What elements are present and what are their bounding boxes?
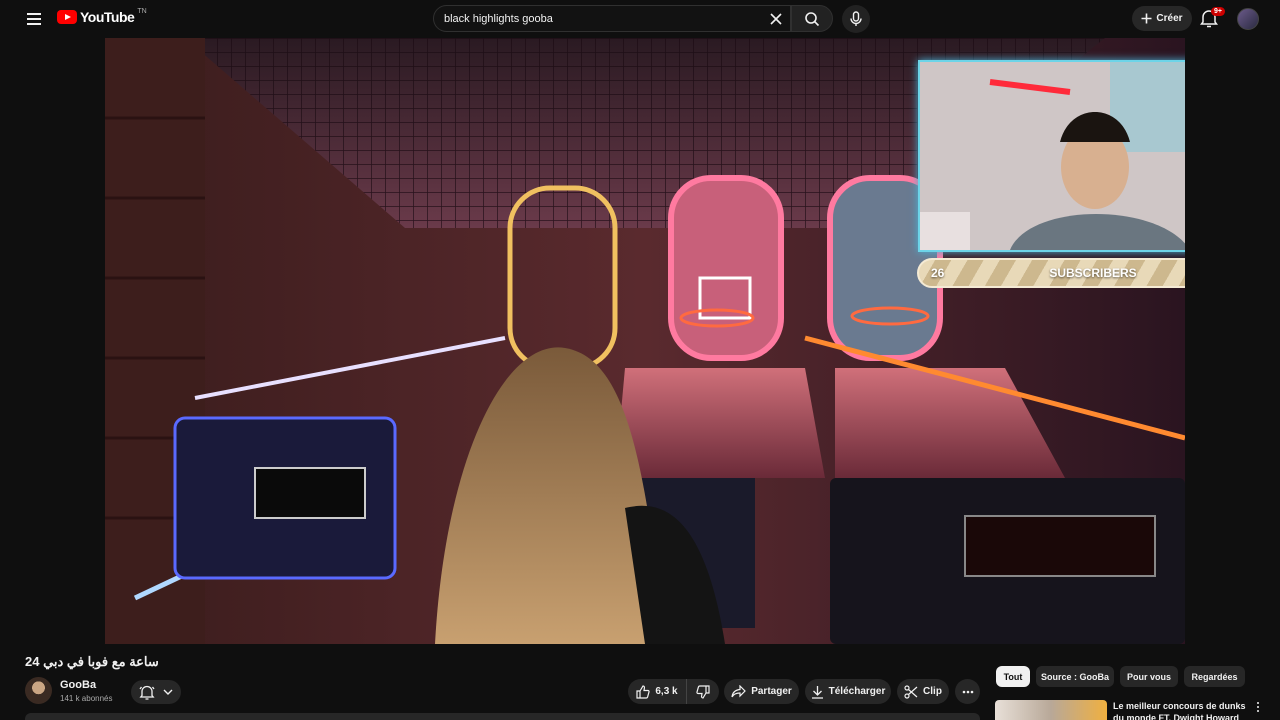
create-label: Créer: [1156, 13, 1183, 24]
download-button[interactable]: Télécharger: [805, 679, 891, 704]
clear-search-icon[interactable]: [762, 7, 790, 31]
chip-source[interactable]: Source : GooBa: [1036, 666, 1114, 687]
webcam-frame: [920, 62, 1185, 250]
share-icon: [731, 685, 747, 698]
notification-badge: 9+: [1211, 7, 1225, 16]
clip-label: Clip: [923, 686, 942, 697]
thumbs-down-icon: [696, 684, 710, 699]
search-input[interactable]: [444, 12, 762, 25]
account-avatar[interactable]: [1237, 8, 1259, 30]
streamer-webcam: [918, 60, 1185, 252]
chip-watched[interactable]: Regardées: [1184, 666, 1245, 687]
download-label: Télécharger: [828, 686, 886, 697]
dislike-button[interactable]: [686, 679, 719, 704]
recommendation-thumbnail[interactable]: [995, 700, 1107, 720]
download-icon: [811, 685, 823, 699]
youtube-logo[interactable]: YouTube TN: [57, 7, 147, 25]
create-button[interactable]: Créer: [1132, 6, 1192, 31]
logo-text: YouTube: [80, 9, 135, 25]
plus-icon: [1141, 13, 1152, 24]
youtube-play-icon: [57, 10, 77, 24]
thumbs-up-icon: [636, 684, 651, 699]
video-player[interactable]: 26 SUBSCRIBERS 25: [105, 38, 1185, 644]
more-horizontal-icon: [962, 690, 973, 693]
menu-icon: [27, 13, 41, 15]
subscriber-counter-overlay: 26 SUBSCRIBERS 25: [917, 258, 1185, 288]
subscriber-label: SUBSCRIBERS: [1049, 266, 1137, 280]
notifications-button[interactable]: 9+: [1200, 7, 1225, 30]
chevron-down-icon: [163, 689, 173, 695]
share-button[interactable]: Partager: [724, 679, 799, 704]
more-actions-button[interactable]: [955, 679, 980, 704]
guide-menu-button[interactable]: [22, 8, 46, 30]
description-box[interactable]: [25, 713, 980, 720]
scissors-icon: [904, 684, 918, 699]
search-button[interactable]: [791, 5, 833, 32]
chip-all[interactable]: Tout: [996, 666, 1030, 687]
channel-name[interactable]: GooBa: [60, 679, 96, 691]
subscription-notifications-button[interactable]: [131, 680, 181, 704]
recommendation-title[interactable]: Le meilleur concours de dunks du monde F…: [1113, 700, 1248, 720]
clip-button[interactable]: Clip: [897, 679, 949, 704]
recommendation-menu-icon[interactable]: [1253, 702, 1263, 716]
video-title: 24 ساعة مع فوبا في دبي: [25, 654, 159, 669]
like-count: 6,3 k: [655, 686, 678, 697]
channel-subscriber-count: 141 k abonnés: [60, 694, 113, 703]
masthead: YouTube TN Créer 9+: [0, 0, 1280, 38]
country-code: TN: [137, 7, 147, 15]
bell-ringing-icon: [139, 685, 155, 700]
share-label: Partager: [751, 686, 792, 697]
search-box: [433, 5, 791, 32]
search-icon: [805, 11, 820, 26]
voice-search-button[interactable]: [842, 5, 870, 33]
like-button[interactable]: 6,3 k: [628, 679, 686, 704]
channel-avatar[interactable]: [25, 677, 52, 704]
microphone-icon: [850, 11, 862, 26]
subscriber-count-left: 26: [931, 266, 945, 280]
chip-for-you[interactable]: Pour vous: [1120, 666, 1178, 687]
